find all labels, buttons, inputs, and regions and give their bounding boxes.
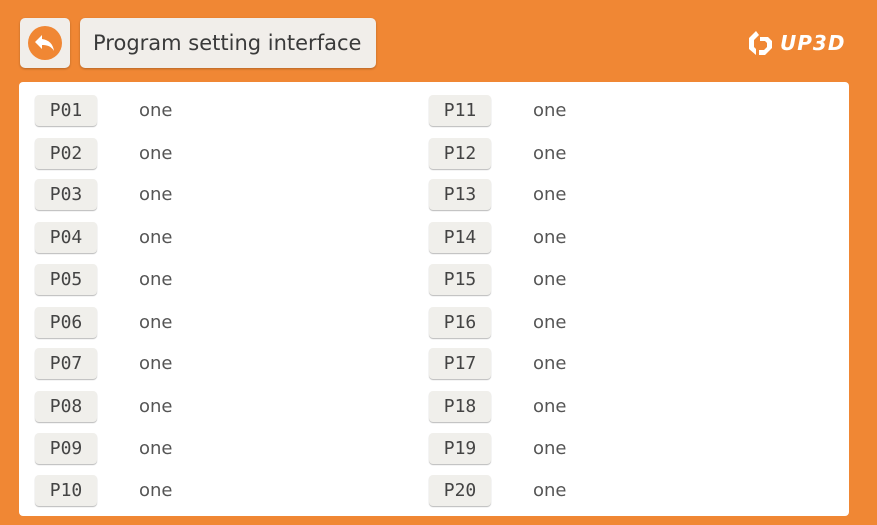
- program-name: one: [139, 99, 173, 121]
- program-p15-button[interactable]: P15: [429, 263, 491, 295]
- program-p12-button[interactable]: P12: [429, 137, 491, 169]
- program-name: one: [533, 226, 567, 248]
- program-p19-button[interactable]: P19: [429, 432, 491, 464]
- program-name: one: [533, 268, 567, 290]
- program-name: one: [139, 226, 173, 248]
- program-item: P07 one: [35, 347, 173, 379]
- program-name: one: [533, 352, 567, 374]
- program-p03-button[interactable]: P03: [35, 178, 97, 210]
- program-name: one: [533, 183, 567, 205]
- program-p17-button[interactable]: P17: [429, 347, 491, 379]
- program-item: P16 one: [429, 306, 567, 338]
- back-arrow-icon: [28, 26, 62, 60]
- program-p13-button[interactable]: P13: [429, 178, 491, 210]
- program-item: P13 one: [429, 178, 567, 210]
- up3d-logo: UP3D: [746, 26, 845, 60]
- program-item: P12 one: [429, 137, 567, 169]
- program-item: P02 one: [35, 137, 173, 169]
- program-name: one: [533, 99, 567, 121]
- program-name: one: [533, 437, 567, 459]
- program-p16-button[interactable]: P16: [429, 306, 491, 338]
- program-p05-button[interactable]: P05: [35, 263, 97, 295]
- program-name: one: [139, 183, 173, 205]
- program-item: P18 one: [429, 390, 567, 422]
- program-item: P17 one: [429, 347, 567, 379]
- program-item: P09 one: [35, 432, 173, 464]
- program-item: P08 one: [35, 390, 173, 422]
- program-p02-button[interactable]: P02: [35, 137, 97, 169]
- program-p06-button[interactable]: P06: [35, 306, 97, 338]
- program-p09-button[interactable]: P09: [35, 432, 97, 464]
- up3d-logo-icon: [749, 31, 772, 55]
- program-item: P05 one: [35, 263, 173, 295]
- program-name: one: [139, 437, 173, 459]
- program-item: P03 one: [35, 178, 173, 210]
- program-p18-button[interactable]: P18: [429, 390, 491, 422]
- program-name: one: [139, 352, 173, 374]
- program-item: P06 one: [35, 306, 173, 338]
- program-name: one: [533, 311, 567, 333]
- program-item: P15 one: [429, 263, 567, 295]
- program-p10-button[interactable]: P10: [35, 474, 97, 506]
- program-name: one: [139, 395, 173, 417]
- back-button[interactable]: [20, 18, 70, 68]
- program-name: one: [533, 395, 567, 417]
- program-item: P20 one: [429, 474, 567, 506]
- program-name: one: [139, 311, 173, 333]
- program-name: one: [533, 142, 567, 164]
- program-item: P19 one: [429, 432, 567, 464]
- program-p20-button[interactable]: P20: [429, 474, 491, 506]
- page-title-label: Program setting interface: [93, 31, 362, 55]
- program-p08-button[interactable]: P08: [35, 390, 97, 422]
- program-item: P14 one: [429, 221, 567, 253]
- program-name: one: [533, 479, 567, 501]
- program-item: P01 one: [35, 94, 173, 126]
- program-p07-button[interactable]: P07: [35, 347, 97, 379]
- program-p14-button[interactable]: P14: [429, 221, 491, 253]
- program-p11-button[interactable]: P11: [429, 94, 491, 126]
- program-list-panel: P01 one P02 one P03 one P04 one P05 one P06 one P07 o…: [19, 82, 849, 516]
- program-name: one: [139, 479, 173, 501]
- program-item: P10 one: [35, 474, 173, 506]
- program-p04-button[interactable]: P04: [35, 221, 97, 253]
- program-name: one: [139, 268, 173, 290]
- logo-text: UP3D: [780, 31, 846, 55]
- program-item: P04 one: [35, 221, 173, 253]
- program-name: one: [139, 142, 173, 164]
- page-title: Program setting interface: [80, 18, 376, 68]
- program-item: P11 one: [429, 94, 567, 126]
- program-p01-button[interactable]: P01: [35, 94, 97, 126]
